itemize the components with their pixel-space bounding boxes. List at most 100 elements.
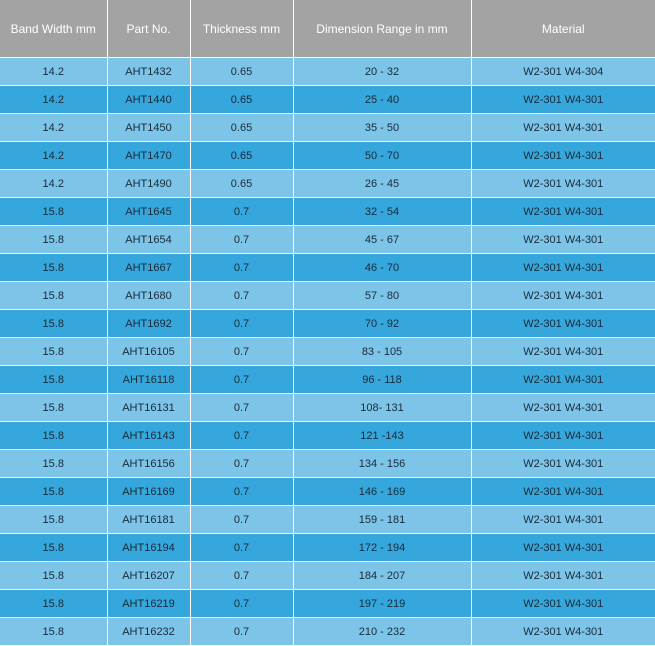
material-cell: W2-301 W4-301 [471,365,655,394]
part-no-cell: AHT16219 [107,589,191,618]
band-width-cell: 15.8 [0,421,108,450]
dimension-range-cell: 26 - 45 [293,169,472,198]
material-cell: W2-301 W4-301 [471,113,655,142]
material-cell: W2-301 W4-301 [471,197,655,226]
table-row: 15.8 AHT16143 0.7 121 -143 W2-301 W4-301 [0,421,655,450]
table-row: 15.8 AHT1667 0.7 46 - 70 W2-301 W4-301 [0,253,655,282]
header-material: Material [471,0,655,58]
material-cell: W2-301 W4-301 [471,449,655,478]
material-cell: W2-301 W4-301 [471,309,655,338]
table-row: 15.8 AHT16169 0.7 146 - 169 W2-301 W4-301 [0,477,655,506]
material-cell: W2-301 W4-301 [471,561,655,590]
table-row: 14.2 AHT1440 0.65 25 - 40 W2-301 W4-301 [0,85,655,114]
material-cell: W2-301 W4-304 [471,57,655,86]
part-no-cell: AHT16169 [107,477,191,506]
dimension-range-cell: 210 - 232 [293,617,472,646]
thickness-cell: 0.65 [190,113,294,142]
thickness-cell: 0.65 [190,141,294,170]
table-row: 15.8 AHT16156 0.7 134 - 156 W2-301 W4-301 [0,449,655,478]
dimension-range-cell: 20 - 32 [293,57,472,86]
dimension-range-cell: 50 - 70 [293,141,472,170]
dimension-range-cell: 45 - 67 [293,225,472,254]
table-row: 14.2 AHT1432 0.65 20 - 32 W2-301 W4-304 [0,57,655,86]
band-width-cell: 15.8 [0,197,108,226]
band-width-cell: 15.8 [0,477,108,506]
thickness-cell: 0.7 [190,281,294,310]
part-no-cell: AHT1667 [107,253,191,282]
material-cell: W2-301 W4-301 [471,421,655,450]
part-no-cell: AHT1440 [107,85,191,114]
table-row: 14.2 AHT1470 0.65 50 - 70 W2-301 W4-301 [0,141,655,170]
header-thickness: Thickness mm [190,0,294,58]
thickness-cell: 0.7 [190,533,294,562]
band-width-cell: 14.2 [0,113,108,142]
material-cell: W2-301 W4-301 [471,393,655,422]
table-row: 15.8 AHT16118 0.7 96 - 118 W2-301 W4-301 [0,365,655,394]
part-no-cell: AHT1490 [107,169,191,198]
part-no-cell: AHT1654 [107,225,191,254]
table-row: 15.8 AHT16207 0.7 184 - 207 W2-301 W4-301 [0,561,655,590]
table-header: Band Width mm Part No. Thickness mm Dime… [0,0,655,58]
material-cell: W2-301 W4-301 [471,281,655,310]
band-width-cell: 15.8 [0,449,108,478]
thickness-cell: 0.7 [190,589,294,618]
dimension-range-cell: 146 - 169 [293,477,472,506]
table-row: 14.2 AHT1450 0.65 35 - 50 W2-301 W4-301 [0,113,655,142]
header-part-no: Part No. [107,0,191,58]
table-row: 15.8 AHT1680 0.7 57 - 80 W2-301 W4-301 [0,281,655,310]
header-band-width: Band Width mm [0,0,108,58]
spec-table: Band Width mm Part No. Thickness mm Dime… [0,0,655,646]
part-no-cell: AHT16156 [107,449,191,478]
band-width-cell: 15.8 [0,225,108,254]
part-no-cell: AHT16143 [107,421,191,450]
thickness-cell: 0.7 [190,197,294,226]
table-row: 15.8 AHT16219 0.7 197 - 219 W2-301 W4-301 [0,589,655,618]
table-row: 15.8 AHT1654 0.7 45 - 67 W2-301 W4-301 [0,225,655,254]
thickness-cell: 0.65 [190,57,294,86]
dimension-range-cell: 96 - 118 [293,365,472,394]
thickness-cell: 0.7 [190,449,294,478]
material-cell: W2-301 W4-301 [471,253,655,282]
part-no-cell: AHT1645 [107,197,191,226]
band-width-cell: 15.8 [0,281,108,310]
thickness-cell: 0.7 [190,253,294,282]
material-cell: W2-301 W4-301 [471,589,655,618]
band-width-cell: 15.8 [0,309,108,338]
dimension-range-cell: 70 - 92 [293,309,472,338]
table-row: 15.8 AHT1692 0.7 70 - 92 W2-301 W4-301 [0,309,655,338]
thickness-cell: 0.65 [190,85,294,114]
dimension-range-cell: 197 - 219 [293,589,472,618]
dimension-range-cell: 159 - 181 [293,505,472,534]
band-width-cell: 14.2 [0,85,108,114]
material-cell: W2-301 W4-301 [471,85,655,114]
band-width-cell: 14.2 [0,169,108,198]
thickness-cell: 0.7 [190,309,294,338]
part-no-cell: AHT1680 [107,281,191,310]
part-no-cell: AHT16118 [107,365,191,394]
dimension-range-cell: 46 - 70 [293,253,472,282]
table-row: 15.8 AHT16232 0.7 210 - 232 W2-301 W4-301 [0,617,655,646]
material-cell: W2-301 W4-301 [471,533,655,562]
thickness-cell: 0.7 [190,421,294,450]
band-width-cell: 15.8 [0,505,108,534]
table-row: 15.8 AHT16194 0.7 172 - 194 W2-301 W4-301 [0,533,655,562]
table-body: 14.2 AHT1432 0.65 20 - 32 W2-301 W4-304 14.2 A… [0,57,655,646]
thickness-cell: 0.7 [190,561,294,590]
header-dimension-range: Dimension Range in mm [293,0,472,58]
band-width-cell: 15.8 [0,365,108,394]
part-no-cell: AHT16232 [107,617,191,646]
dimension-range-cell: 32 - 54 [293,197,472,226]
table-row: 15.8 AHT16131 0.7 108- 131 W2-301 W4-301 [0,393,655,422]
thickness-cell: 0.7 [190,337,294,366]
band-width-cell: 15.8 [0,393,108,422]
material-cell: W2-301 W4-301 [471,225,655,254]
band-width-cell: 15.8 [0,617,108,646]
dimension-range-cell: 83 - 105 [293,337,472,366]
material-cell: W2-301 W4-301 [471,169,655,198]
dimension-range-cell: 184 - 207 [293,561,472,590]
material-cell: W2-301 W4-301 [471,477,655,506]
part-no-cell: AHT16207 [107,561,191,590]
dimension-range-cell: 35 - 50 [293,113,472,142]
part-no-cell: AHT16131 [107,393,191,422]
table-row: 15.8 AHT16181 0.7 159 - 181 W2-301 W4-301 [0,505,655,534]
